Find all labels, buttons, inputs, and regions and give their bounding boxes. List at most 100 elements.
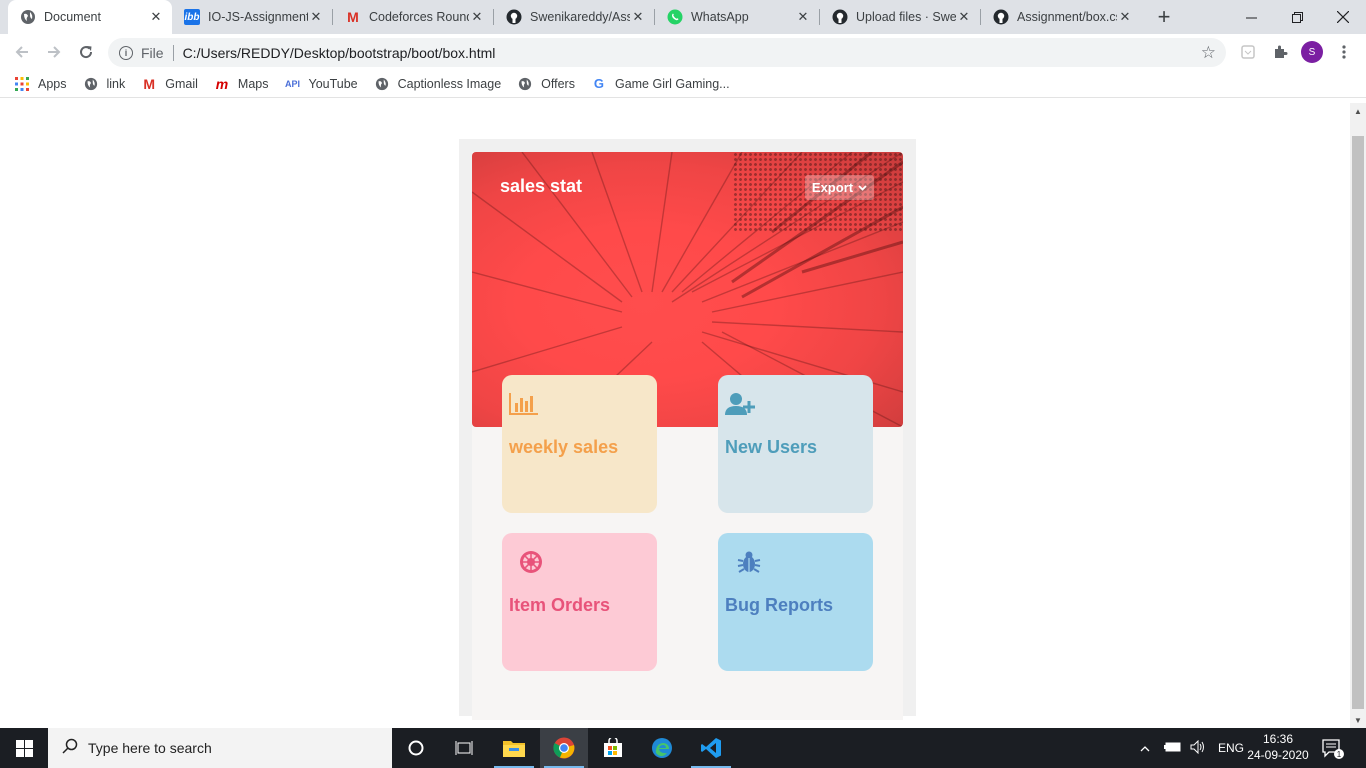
chevron-down-icon <box>858 183 867 193</box>
volume-icon[interactable] <box>1190 739 1206 757</box>
github-icon <box>993 9 1009 25</box>
bookmarks-bar: Apps link M Gmail m Maps API YouTube Cap… <box>0 70 1366 98</box>
tile-label: Bug Reports <box>725 595 833 615</box>
cortana-button[interactable] <box>392 728 440 768</box>
scroll-up-icon[interactable]: ▲ <box>1350 103 1366 119</box>
tab-title: WhatsApp <box>691 10 749 24</box>
bookmark-offers[interactable]: Offers <box>517 76 575 92</box>
bookmark-label: Game Girl Gaming... <box>614 76 730 91</box>
github-icon <box>506 9 522 25</box>
globe-icon <box>20 9 36 25</box>
bookmark-game-girl[interactable]: G Game Girl Gaming... <box>591 76 730 92</box>
tile-bug-reports[interactable]: Bug Reports <box>718 533 873 671</box>
close-icon[interactable]: ✕ <box>1117 9 1133 25</box>
bookmark-label: Maps <box>237 76 269 91</box>
scroll-down-icon[interactable]: ▼ <box>1350 712 1366 728</box>
star-icon[interactable]: ☆ <box>1201 43 1216 63</box>
url-text[interactable]: C:/Users/REDDY/Desktop/bootstrap/boot/bo… <box>183 45 496 61</box>
export-button[interactable]: Export <box>805 175 874 200</box>
file-explorer-button[interactable] <box>490 728 538 768</box>
close-icon[interactable]: ✕ <box>469 9 485 25</box>
url-scheme: File <box>141 44 164 61</box>
kebab-menu-icon[interactable] <box>1334 42 1354 62</box>
vertical-scrollbar[interactable]: ▲ ▼ <box>1350 103 1366 728</box>
browser-toolbar: i File C:/Users/REDDY/Desktop/bootstrap/… <box>0 34 1366 70</box>
close-icon[interactable]: ✕ <box>148 9 164 25</box>
minimize-button[interactable] <box>1228 0 1274 34</box>
bookmark-gmail[interactable]: M Gmail <box>141 76 198 92</box>
chevron-up-icon[interactable] <box>1140 741 1150 755</box>
close-icon[interactable]: ✕ <box>956 9 972 25</box>
cortana-icon <box>408 740 424 756</box>
start-button[interactable] <box>0 728 48 768</box>
info-icon[interactable]: i <box>119 45 133 60</box>
tab-assignment-box[interactable]: Assignment/box.cs ✕ <box>981 0 1141 34</box>
forward-button[interactable] <box>42 40 66 64</box>
close-window-button[interactable] <box>1320 0 1366 34</box>
tab-strip: Document ✕ ibb IO-JS-Assignment ✕ M Code… <box>0 0 1366 34</box>
clock-date: 24-09-2020 <box>1247 748 1309 762</box>
bookmark-captionless-image[interactable]: Captionless Image <box>374 76 502 92</box>
extension-box-icon[interactable] <box>1238 42 1258 62</box>
gmail-icon: M <box>143 75 156 92</box>
tab-title: Document <box>44 10 101 24</box>
tile-weekly-sales[interactable]: weekly sales <box>502 375 657 513</box>
tab-document[interactable]: Document ✕ <box>8 0 172 34</box>
tile-label: Item Orders <box>509 595 611 615</box>
address-bar[interactable]: i File C:/Users/REDDY/Desktop/bootstrap/… <box>108 38 1226 67</box>
arrow-right-icon <box>48 46 61 58</box>
chrome-button[interactable] <box>540 728 588 768</box>
hero-title: sales stat <box>500 176 583 196</box>
store-button[interactable] <box>589 728 637 768</box>
windows-icon <box>15 739 33 757</box>
scrollbar-thumb[interactable] <box>1352 136 1364 709</box>
task-view-button[interactable] <box>440 728 488 768</box>
apps-grid-icon <box>14 76 30 92</box>
globe-icon <box>374 76 390 92</box>
store-bag-icon <box>604 738 622 757</box>
tab-github-swenika[interactable]: Swenikareddy/Ass ✕ <box>494 0 654 34</box>
bookmark-link[interactable]: link <box>83 76 126 92</box>
chrome-icon <box>553 737 575 759</box>
edge-button[interactable] <box>638 728 686 768</box>
bookmark-label: YouTube <box>308 76 358 91</box>
tile-new-users[interactable]: New Users <box>718 375 873 513</box>
new-tab-button[interactable]: + <box>1152 4 1176 29</box>
close-icon[interactable]: ✕ <box>308 9 324 25</box>
whatsapp-icon <box>667 9 683 25</box>
vscode-button[interactable] <box>687 728 735 768</box>
maps-m-icon: m <box>215 75 229 92</box>
tab-whatsapp[interactable]: WhatsApp ✕ <box>655 0 819 34</box>
omnibox-divider <box>172 44 174 61</box>
tab-upload-files[interactable]: Upload files · Swen ✕ <box>820 0 980 34</box>
tab-codeforces[interactable]: M Codeforces Round ✕ <box>333 0 493 34</box>
reload-button[interactable] <box>74 40 98 64</box>
bookmark-youtube[interactable]: API YouTube <box>285 76 358 92</box>
bookmark-label: Captionless Image <box>397 76 502 91</box>
tab-title: Assignment/box.cs <box>1017 10 1117 24</box>
close-icon[interactable]: ✕ <box>630 9 646 25</box>
bookmark-label: link <box>106 76 126 91</box>
back-button[interactable] <box>10 40 34 64</box>
puzzle-icon[interactable] <box>1270 42 1290 62</box>
bookmark-apps[interactable]: Apps <box>14 76 67 92</box>
ibb-icon: ibb <box>184 9 200 25</box>
api-icon: API <box>284 78 300 89</box>
empire-icon <box>516 549 546 575</box>
notification-center-icon[interactable]: 1 <box>1320 736 1344 760</box>
close-icon[interactable]: ✕ <box>795 9 811 25</box>
system-clock[interactable]: 16:36 24-09-2020 <box>1240 731 1316 763</box>
tile-item-orders[interactable]: Item Orders <box>502 533 657 671</box>
tile-label: New Users <box>725 437 818 457</box>
battery-icon[interactable] <box>1164 741 1182 755</box>
profile-avatar[interactable]: S <box>1301 41 1323 63</box>
system-tray: ENG <box>1140 728 1244 768</box>
vscode-icon <box>701 738 721 758</box>
bookmark-maps[interactable]: m Maps <box>214 76 269 92</box>
taskbar-search[interactable]: Type here to search <box>48 728 392 768</box>
search-icon <box>62 738 78 759</box>
tab-io-js[interactable]: ibb IO-JS-Assignment ✕ <box>172 0 332 34</box>
task-view-icon <box>455 741 473 755</box>
restore-button[interactable] <box>1274 0 1320 34</box>
gmail-icon: M <box>347 9 359 25</box>
